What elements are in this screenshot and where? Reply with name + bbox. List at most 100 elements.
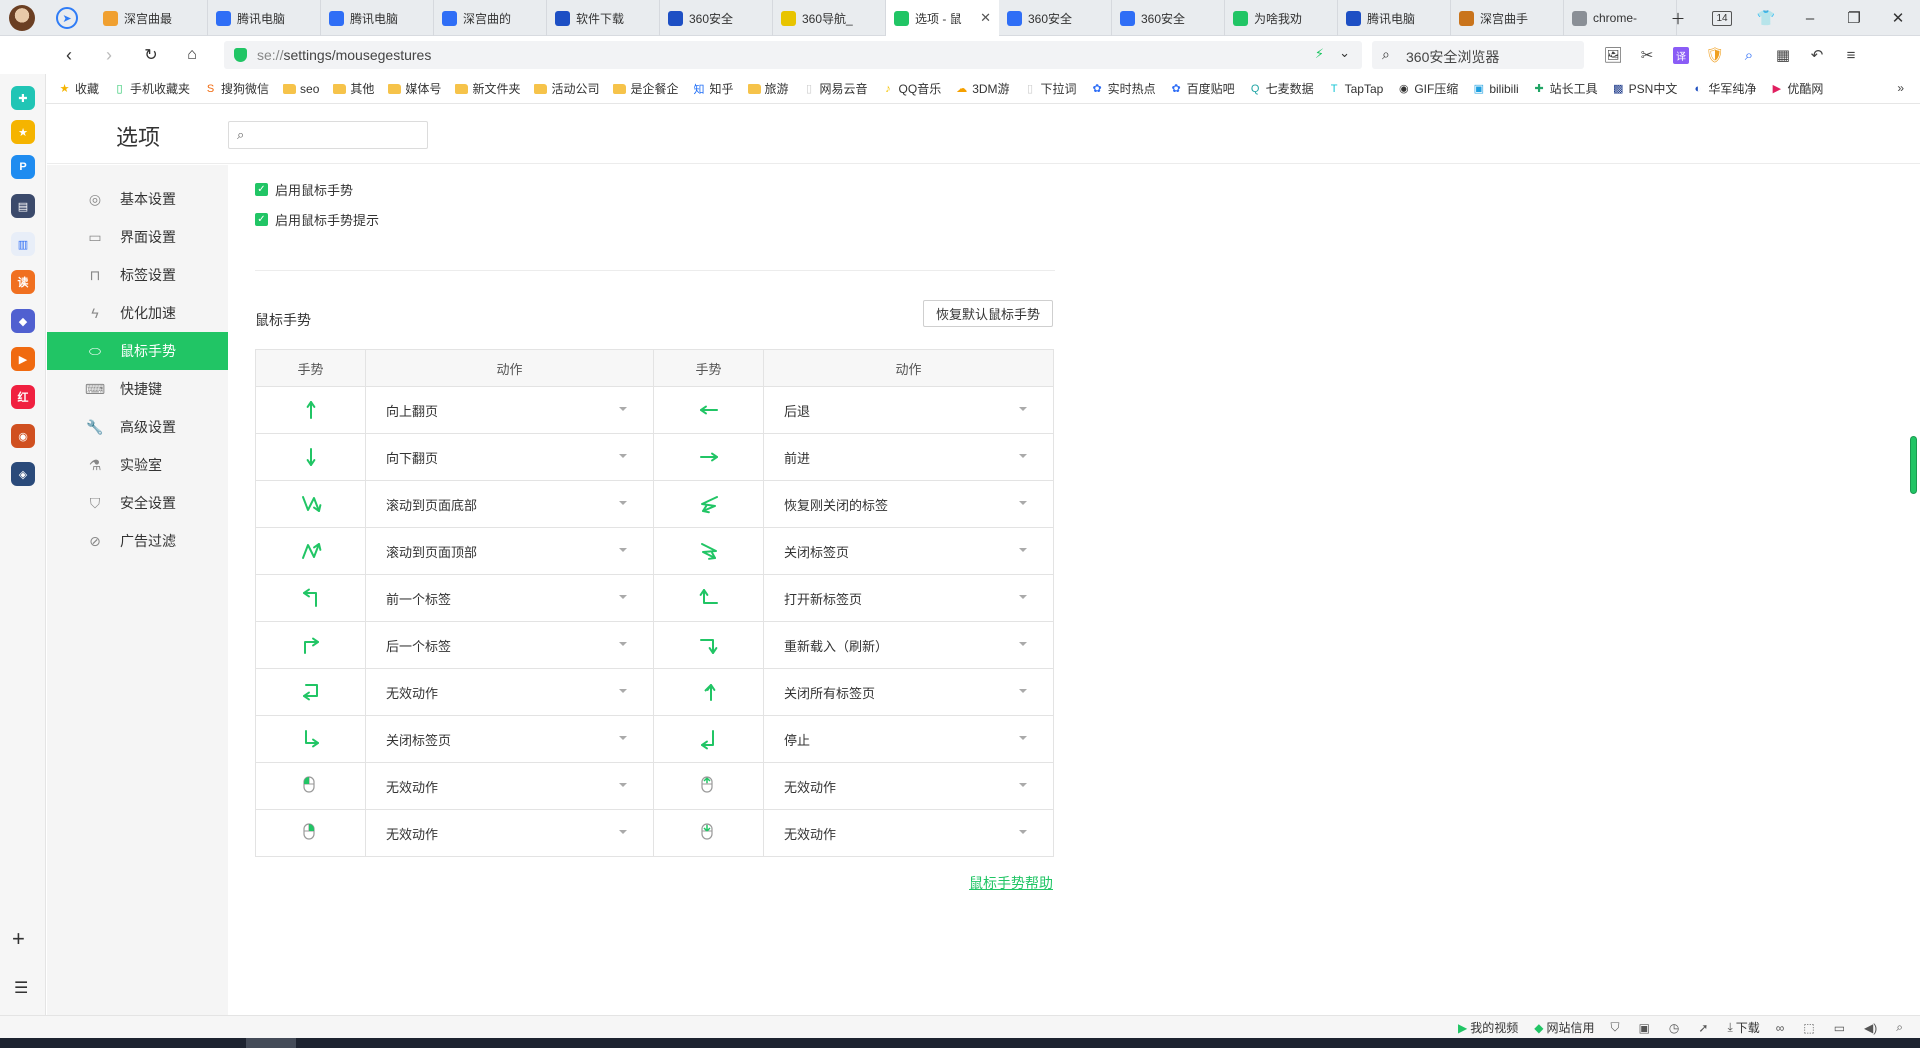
rail-app-game3-icon[interactable]: ◈ bbox=[11, 462, 35, 486]
add-app-icon[interactable]: + bbox=[12, 926, 25, 952]
rail-app-plus-icon[interactable]: ✚ bbox=[11, 86, 35, 110]
status-item[interactable]: ▭ bbox=[1834, 1021, 1848, 1035]
minimize-button[interactable]: – bbox=[1788, 0, 1832, 36]
bookmark-item[interactable]: ☁ 3DM游 bbox=[955, 80, 1009, 97]
chevron-down-icon[interactable]: ⌄ bbox=[1339, 45, 1350, 61]
menu-item[interactable]: ⌨ 快捷键 bbox=[47, 370, 228, 408]
browser-tab[interactable]: 360安全 bbox=[999, 0, 1112, 36]
status-item[interactable]: ◀) bbox=[1864, 1021, 1880, 1035]
bookmark-item[interactable]: 媒体号 bbox=[388, 80, 441, 97]
menu-item[interactable]: ▭ 界面设置 bbox=[47, 218, 228, 256]
action-select[interactable]: 停止 bbox=[763, 715, 1054, 763]
browser-tab[interactable]: 腾讯电脑 bbox=[321, 0, 434, 36]
action-select[interactable]: 前一个标签 bbox=[365, 574, 654, 622]
close-window-button[interactable]: ✕ bbox=[1876, 0, 1920, 36]
bookmark-item[interactable]: ♪ QQ音乐 bbox=[882, 80, 941, 97]
status-item[interactable]: ➚ bbox=[1698, 1021, 1711, 1035]
status-item[interactable]: ∞ bbox=[1776, 1021, 1788, 1035]
bookmark-item[interactable]: ✿ 百度贴吧 bbox=[1170, 80, 1234, 97]
rail-app-star-icon[interactable]: ★ bbox=[11, 120, 35, 144]
bookmark-item[interactable]: ▯ 手机收藏夹 bbox=[113, 80, 190, 97]
action-select[interactable]: 前进 bbox=[763, 433, 1054, 481]
enable-gesture-tips-checkbox[interactable]: ✓ 启用鼠标手势提示 bbox=[255, 210, 379, 229]
status-item[interactable]: ⬚ bbox=[1803, 1021, 1817, 1035]
settings-search-input[interactable]: ⌕ bbox=[228, 121, 428, 149]
bookmark-item[interactable]: 知知乎 bbox=[692, 80, 733, 97]
speed-mode-icon[interactable]: ⚡ bbox=[1315, 46, 1324, 62]
forward-button[interactable]: › bbox=[98, 44, 120, 66]
menu-item[interactable]: ⛉ 安全设置 bbox=[47, 484, 228, 522]
user-avatar[interactable] bbox=[9, 5, 35, 31]
bookmark-item[interactable]: ▣ bilibili bbox=[1472, 82, 1519, 96]
action-select[interactable]: 后退 bbox=[763, 386, 1054, 434]
browser-tab[interactable]: 软件下载 bbox=[547, 0, 660, 36]
browser-tab[interactable]: 360导航_ bbox=[773, 0, 886, 36]
bookmark-item[interactable]: ▶ 优酷网 bbox=[1770, 80, 1824, 97]
bookmark-item[interactable]: ◉ GIF压缩 bbox=[1397, 80, 1458, 97]
status-item[interactable]: ▣ bbox=[1639, 1021, 1653, 1035]
bookmarks-more-button[interactable]: » bbox=[1897, 81, 1904, 95]
enable-gestures-checkbox[interactable]: ✓ 启用鼠标手势 bbox=[255, 180, 353, 199]
navigation-icon[interactable]: ➤ bbox=[56, 7, 78, 29]
menu-item[interactable]: ϟ 优化加速 bbox=[47, 294, 228, 332]
bookmark-item[interactable]: ▯ 网易云音 bbox=[803, 80, 868, 97]
grid-icon[interactable]: ▦ bbox=[1766, 36, 1800, 74]
action-select[interactable]: 无效动作 bbox=[365, 762, 654, 810]
action-select[interactable]: 无效动作 bbox=[365, 809, 654, 857]
menu-item[interactable]: ⬭ 鼠标手势 bbox=[47, 332, 228, 370]
bookmark-item[interactable]: ★ 收藏 bbox=[58, 80, 99, 97]
menu-item[interactable]: ⚗ 实验室 bbox=[47, 446, 228, 484]
rail-app-novel-icon[interactable]: 读 bbox=[11, 270, 35, 294]
menu-icon[interactable]: ≡ bbox=[1834, 36, 1868, 74]
browser-tab[interactable]: 深宫曲手 bbox=[1451, 0, 1564, 36]
status-item[interactable]: ◆ 网站信用 bbox=[1534, 1019, 1594, 1036]
bookmark-item[interactable]: ✿ 实时热点 bbox=[1091, 80, 1155, 97]
bookmark-item[interactable]: ◐ 华军纯净 bbox=[1691, 80, 1757, 97]
bookmark-item[interactable]: ▯ 下拉词 bbox=[1024, 80, 1077, 97]
rail-app-video-icon[interactable]: ▶ bbox=[11, 347, 35, 371]
status-item[interactable]: ⌕ bbox=[1896, 1020, 1906, 1035]
reset-gestures-button[interactable]: 恢复默认鼠标手势 bbox=[923, 300, 1053, 327]
action-select[interactable]: 后一个标签 bbox=[365, 621, 654, 669]
back-button[interactable]: ‹ bbox=[58, 44, 80, 66]
menu-item[interactable]: 🔧 高级设置 bbox=[47, 408, 228, 446]
browser-tab[interactable]: 360安全 bbox=[1112, 0, 1225, 36]
action-select[interactable]: 无效动作 bbox=[763, 809, 1054, 857]
status-item[interactable]: ⤓ 下载 bbox=[1727, 1019, 1759, 1036]
taskbar-item[interactable] bbox=[246, 1038, 296, 1048]
menu-item[interactable]: ⊘ 广告过滤 bbox=[47, 522, 228, 560]
reload-button[interactable]: ↻ bbox=[140, 44, 162, 66]
bookmark-item[interactable]: seo bbox=[283, 82, 319, 96]
bookmark-item[interactable]: ✚ 站长工具 bbox=[1533, 80, 1598, 97]
scrollbar-thumb[interactable] bbox=[1910, 436, 1917, 494]
gesture-help-link[interactable]: 鼠标手势帮助 bbox=[969, 873, 1053, 893]
bookmark-item[interactable]: 新文件夹 bbox=[455, 80, 520, 97]
action-select[interactable]: 重新载入（刷新） bbox=[763, 621, 1054, 669]
undo-icon[interactable]: ↶ bbox=[1800, 36, 1834, 74]
action-select[interactable]: 向下翻页 bbox=[365, 433, 654, 481]
action-select[interactable]: 无效动作 bbox=[365, 668, 654, 716]
browser-tab[interactable]: 深宫曲的 bbox=[434, 0, 547, 36]
bookmark-item[interactable]: S 搜狗微信 bbox=[204, 80, 269, 97]
action-select[interactable]: 向上翻页 bbox=[365, 386, 654, 434]
status-item[interactable]: ◷ bbox=[1669, 1021, 1682, 1035]
action-select[interactable]: 关闭所有标签页 bbox=[763, 668, 1054, 716]
skin-icon[interactable]: 👕 bbox=[1744, 0, 1788, 36]
rail-app-news-icon[interactable]: ▤ bbox=[11, 194, 35, 218]
bookmark-item[interactable]: T TapTap bbox=[1328, 82, 1384, 96]
shield-icon[interactable]: 🛡 bbox=[1698, 36, 1732, 74]
restore-button[interactable]: ❐ bbox=[1832, 0, 1876, 36]
bookmark-item[interactable]: 活动公司 bbox=[534, 80, 599, 97]
bookmark-item[interactable]: ▩ PSN中文 bbox=[1612, 80, 1677, 97]
status-item[interactable]: ▶ 我的视频 bbox=[1458, 1019, 1518, 1036]
home-button[interactable]: ⌂ bbox=[181, 44, 203, 66]
status-item[interactable]: ⛉ bbox=[1611, 1020, 1623, 1035]
action-select[interactable]: 打开新标签页 bbox=[763, 574, 1054, 622]
action-select[interactable]: 滚动到页面底部 bbox=[365, 480, 654, 528]
new-tab-button[interactable]: ＋ bbox=[1656, 0, 1700, 36]
browser-tab[interactable]: 深宫曲最 bbox=[95, 0, 208, 36]
bookmark-item[interactable]: 其他 bbox=[333, 80, 374, 97]
browser-tab[interactable]: 选项 - 鼠 ✕ bbox=[886, 0, 999, 36]
bookmark-item[interactable]: 旅游 bbox=[747, 80, 789, 97]
scissors-icon[interactable]: ✂ bbox=[1630, 36, 1664, 74]
